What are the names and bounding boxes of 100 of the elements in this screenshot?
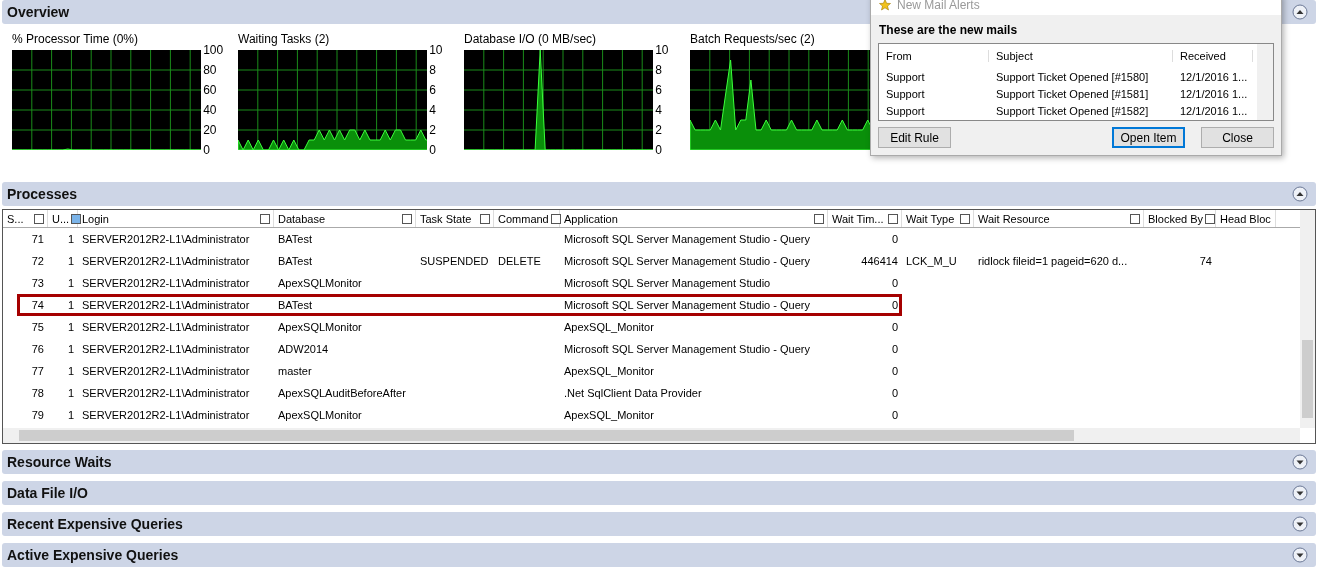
- table-cell: DELETE: [498, 254, 541, 268]
- column-header[interactable]: Head Bloc: [1216, 210, 1276, 227]
- expand-icon[interactable]: [1292, 547, 1308, 563]
- table-cell: 1: [67, 386, 74, 400]
- table-cell: 74: [31, 298, 44, 312]
- table-cell: ApexSQL_Monitor: [564, 408, 654, 422]
- column-header[interactable]: Wait Resource: [974, 210, 1144, 227]
- column-header[interactable]: Database: [274, 210, 416, 227]
- dialog-button[interactable]: Close: [1201, 127, 1274, 148]
- table-cell: 0: [891, 232, 898, 246]
- filter-icon[interactable]: [960, 213, 970, 224]
- table-cell: ApexSQLMonitor: [278, 408, 362, 422]
- chart-title: % Processor Time (0%): [12, 32, 139, 46]
- edit-rule-button[interactable]: Edit Rule: [878, 127, 951, 148]
- filter-icon[interactable]: [71, 213, 82, 224]
- table-cell: .Net SqlClient Data Provider: [564, 386, 702, 400]
- column-header[interactable]: Blocked By: [1144, 210, 1216, 227]
- expand-icon[interactable]: [1292, 516, 1308, 532]
- table-cell: ApexSQLMonitor: [278, 276, 362, 290]
- column-header[interactable]: U...: [48, 210, 78, 227]
- table-cell: 0: [891, 276, 898, 290]
- filter-icon[interactable]: [480, 213, 490, 224]
- vertical-scrollbar[interactable]: [1300, 210, 1315, 428]
- dialog-heading: These are the new mails: [878, 22, 1019, 39]
- table-cell: ApexSQL_Monitor: [564, 364, 654, 378]
- table-cell-text: Support: [885, 87, 926, 100]
- axis-tick-label: 0: [429, 144, 436, 156]
- table-cell: 0: [891, 298, 898, 312]
- section-title: Processes: [7, 186, 78, 202]
- table-cell: SERVER2012R2-L1\Administrator: [82, 386, 250, 400]
- section-title: Active Expensive Queries: [7, 547, 179, 563]
- filter-icon[interactable]: [260, 213, 270, 224]
- section-header[interactable]: Data File I/O: [2, 481, 1316, 505]
- filter-icon[interactable]: [814, 213, 824, 224]
- column-header[interactable]: Wait Tim...: [828, 210, 902, 227]
- column-header[interactable]: Application: [560, 210, 828, 227]
- axis-tick-label: 20: [203, 124, 217, 136]
- filter-icon[interactable]: [888, 213, 898, 224]
- table-cell: 1: [67, 254, 74, 268]
- table-cell: 78: [31, 386, 44, 400]
- table-cell: 1: [67, 232, 74, 246]
- chart-title: Waiting Tasks (2): [238, 32, 330, 46]
- axis-tick-label: 10: [655, 44, 669, 56]
- table-cell: 1: [67, 276, 74, 290]
- table-cell: SERVER2012R2-L1\Administrator: [82, 298, 250, 312]
- table-cell: ridlock fileid=1 pageid=620 d...: [978, 254, 1128, 268]
- collapse-icon[interactable]: [1292, 4, 1308, 20]
- table-cell: 77: [31, 364, 44, 378]
- table-cell: ApexSQL_Monitor: [564, 320, 654, 334]
- section-title: Resource Waits: [7, 454, 112, 470]
- column-header[interactable]: Subject: [989, 50, 1173, 62]
- filter-icon[interactable]: [550, 213, 561, 224]
- table-cell: 1: [67, 342, 74, 356]
- axis-tick-label: 40: [203, 104, 217, 116]
- table-cell: SERVER2012R2-L1\Administrator: [82, 364, 250, 378]
- axis-tick-label: 0: [203, 144, 210, 156]
- table-cell-text: Support Ticket Opened [#1580]: [995, 70, 1150, 83]
- table-cell: Microsoft SQL Server Management Studio - Query: [564, 298, 810, 312]
- filter-icon[interactable]: [34, 213, 44, 224]
- column-header[interactable]: Command: [494, 210, 560, 227]
- section-title: Recent Expensive Queries: [7, 516, 183, 532]
- table-cell: 1: [67, 364, 74, 378]
- expand-icon[interactable]: [1292, 485, 1308, 501]
- filter-icon[interactable]: [402, 213, 412, 224]
- table-cell: 0: [891, 364, 898, 378]
- collapse-icon[interactable]: [1292, 186, 1308, 202]
- column-header[interactable]: S...: [3, 210, 48, 227]
- column-header[interactable]: Login: [78, 210, 274, 227]
- table-cell-text: 12/1/2016 1...: [1179, 104, 1249, 117]
- column-header[interactable]: Received: [1173, 50, 1253, 62]
- table-cell: SUSPENDED: [420, 254, 489, 268]
- table-cell-text: Support: [885, 104, 926, 117]
- table-cell: 74: [1199, 254, 1212, 268]
- table-cell-text: 12/1/2016 1...: [1179, 70, 1249, 83]
- chart-title: Batch Requests/sec (2): [690, 32, 815, 46]
- expand-icon[interactable]: [1292, 454, 1308, 470]
- axis-tick-label: 4: [429, 104, 436, 116]
- section-header[interactable]: Resource Waits: [2, 450, 1316, 474]
- table-cell: 1: [67, 298, 74, 312]
- table-cell: 72: [31, 254, 44, 268]
- horizontal-scrollbar[interactable]: [3, 428, 1300, 443]
- table-cell: 1: [67, 408, 74, 422]
- table-cell-text: Support Ticket Opened [#1581]: [995, 87, 1150, 100]
- section-header[interactable]: Recent Expensive Queries: [2, 512, 1316, 536]
- table-cell: SERVER2012R2-L1\Administrator: [82, 320, 250, 334]
- section-header[interactable]: Active Expensive Queries: [2, 543, 1316, 567]
- vertical-scrollbar[interactable]: [1257, 44, 1273, 120]
- column-header[interactable]: From: [879, 50, 989, 62]
- dialog-button[interactable]: Open Item: [1112, 127, 1185, 148]
- axis-tick-label: 4: [655, 104, 662, 116]
- filter-icon[interactable]: [1130, 213, 1140, 224]
- table-cell: SERVER2012R2-L1\Administrator: [82, 342, 250, 356]
- chart-title: Database I/O (0 MB/sec): [464, 32, 597, 46]
- table-cell: 76: [31, 342, 44, 356]
- filter-icon[interactable]: [1205, 213, 1216, 224]
- column-header[interactable]: Wait Type: [902, 210, 974, 227]
- axis-tick-label: 2: [655, 124, 662, 136]
- column-header[interactable]: Task State: [416, 210, 494, 227]
- section-header[interactable]: Processes: [2, 182, 1316, 206]
- axis-tick-label: 8: [429, 64, 436, 76]
